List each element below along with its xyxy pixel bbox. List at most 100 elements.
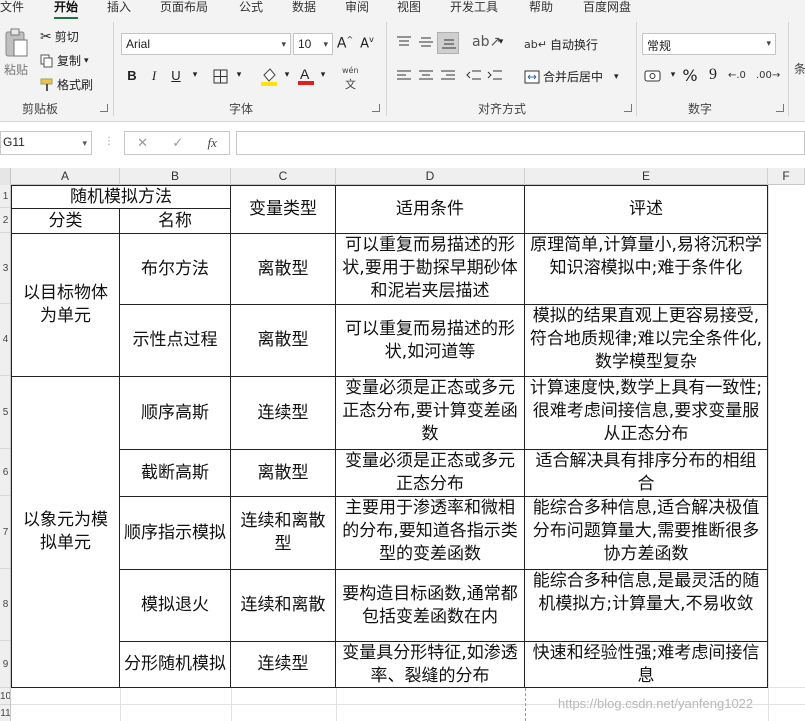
comment-cell[interactable]: 能综合多种信息,适合解决极值分布问题算量大,需要推断很多协方差函数 [525, 497, 768, 570]
decrease-decimal-icon[interactable]: .00→ [756, 70, 780, 81]
row-header[interactable]: 9 [0, 641, 10, 688]
header-category[interactable]: 分类 [11, 209, 120, 234]
tab-home[interactable]: 开始 [54, 0, 79, 19]
column-header-a[interactable]: A [11, 168, 120, 185]
variable-type-cell[interactable]: 连续和离散型 [231, 497, 336, 570]
comment-cell[interactable]: 原理简单,计算量小,易将沉积学知识溶模拟中;难于条件化 [525, 234, 768, 305]
format-painter-button[interactable]: 格式刷 [40, 76, 93, 93]
variable-type-cell[interactable]: 连续型 [231, 377, 336, 450]
cut-button[interactable]: ✂ 剪切 [40, 28, 79, 45]
font-size-combo[interactable]: 10 ▾ [293, 33, 333, 55]
category-cell[interactable]: 以象元为模拟单元 [11, 377, 120, 688]
number-format-combo[interactable]: 常规 ▾ [642, 33, 776, 55]
method-name-cell[interactable]: 模拟退火 [120, 570, 231, 642]
tab-page-layout[interactable]: 页面布局 [160, 0, 208, 15]
merge-center-button[interactable]: 合并后居中 ▾ [524, 68, 619, 85]
chevron-down-icon[interactable]: ▾ [278, 70, 296, 80]
row-header[interactable]: 1 [0, 185, 10, 208]
paste-button[interactable]: 粘贴 [2, 28, 30, 78]
method-name-cell[interactable]: 截断高斯 [120, 450, 231, 497]
tab-help[interactable]: 帮助 [529, 0, 553, 15]
header-conditions[interactable]: 适用条件 [336, 185, 525, 234]
align-top-icon[interactable] [396, 35, 412, 49]
column-header-e[interactable]: E [525, 168, 768, 185]
chevron-down-icon[interactable]: ▾ [186, 70, 204, 80]
method-name-cell[interactable]: 顺序指示模拟 [120, 497, 231, 570]
method-name-cell[interactable]: 分形随机模拟 [120, 642, 231, 688]
fill-color-icon[interactable] [260, 67, 278, 87]
column-header-c[interactable]: C [231, 168, 336, 185]
tab-developer[interactable]: 开发工具 [450, 0, 498, 15]
alignment-launcher-icon[interactable] [624, 104, 632, 112]
comment-cell[interactable]: 适合解决具有排序分布的相组合 [525, 450, 768, 497]
phonetic-guide-icon[interactable]: wén [342, 66, 359, 75]
chevron-down-icon[interactable]: ▾ [314, 70, 332, 80]
variable-type-cell[interactable]: 离散型 [231, 450, 336, 497]
increase-decimal-icon[interactable]: ←.0 [728, 70, 746, 81]
name-box[interactable]: G11 ▾ [0, 131, 92, 155]
method-name-cell[interactable]: 示性点过程 [120, 305, 231, 377]
insert-function-icon[interactable]: fx [207, 135, 216, 151]
row-header[interactable]: 3 [0, 233, 10, 304]
chevron-down-icon[interactable]: ▾ [230, 70, 248, 80]
row-header[interactable]: 5 [0, 376, 10, 449]
phonetic-guide-char-icon[interactable]: 文 [345, 76, 356, 92]
row-header[interactable]: 6 [0, 449, 10, 496]
increase-indent-icon[interactable] [487, 69, 503, 83]
header-comments[interactable]: 评述 [525, 185, 768, 234]
font-launcher-icon[interactable] [372, 104, 380, 112]
comment-cell[interactable]: 计算速度快,数学上具有一致性;很难考虑间接信息,要求变量服从正态分布 [525, 377, 768, 450]
tab-baidu-pan[interactable]: 百度网盘 [583, 0, 631, 15]
variable-type-cell[interactable]: 离散型 [231, 305, 336, 377]
variable-type-cell[interactable]: 离散型 [231, 234, 336, 305]
underline-button[interactable]: U [167, 68, 185, 83]
formula-input[interactable] [236, 131, 805, 155]
row-header[interactable]: 7 [0, 496, 10, 569]
condition-cell[interactable]: 可以重复而易描述的形状,要用于勘探早期砂体和泥岩夹层描述 [336, 234, 525, 305]
tab-view[interactable]: 视图 [397, 0, 421, 15]
column-header-f[interactable]: F [768, 168, 805, 185]
bold-button[interactable]: B [123, 68, 141, 83]
header-name[interactable]: 名称 [120, 209, 231, 234]
tab-insert[interactable]: 插入 [107, 0, 131, 15]
cancel-icon[interactable]: ✕ [137, 136, 148, 151]
align-left-icon[interactable] [396, 69, 412, 83]
decrease-indent-icon[interactable] [466, 69, 482, 83]
condition-cell[interactable]: 变量必须是正态或多元正态分布 [336, 450, 525, 497]
clipboard-launcher-icon[interactable] [100, 104, 108, 112]
row-header[interactable]: 2 [0, 208, 10, 233]
row-header[interactable]: 10 [0, 688, 10, 705]
enter-icon[interactable]: ✓ [172, 136, 183, 151]
formula-bar-grip-icon[interactable]: ⋮ [104, 136, 114, 147]
comma-style-button[interactable]: 9 [704, 66, 722, 84]
align-bottom-button[interactable] [437, 32, 459, 54]
number-launcher-icon[interactable] [776, 104, 784, 112]
header-variable-type[interactable]: 变量类型 [231, 185, 336, 234]
column-header-d[interactable]: D [336, 168, 525, 185]
tab-file[interactable]: 文件 [0, 0, 24, 15]
copy-button[interactable]: 复制 ▾ [40, 52, 89, 69]
method-name-cell[interactable]: 布尔方法 [120, 234, 231, 305]
row-header[interactable]: 8 [0, 569, 10, 641]
decrease-font-icon[interactable]: Av [358, 35, 376, 51]
align-center-icon[interactable] [418, 69, 434, 83]
font-name-combo[interactable]: Arial ▾ [121, 33, 291, 55]
font-color-icon[interactable]: A [298, 66, 314, 86]
comment-cell[interactable]: 模拟的结果直观上更容易接受,符合地质规律;难以完全条件化,数学模型复杂 [525, 305, 768, 377]
method-name-cell[interactable]: 顺序高斯 [120, 377, 231, 450]
percent-button[interactable]: % [681, 66, 699, 85]
variable-type-cell[interactable]: 连续型 [231, 642, 336, 688]
tab-data[interactable]: 数据 [292, 0, 316, 15]
select-all-button[interactable] [0, 168, 11, 185]
condition-cell[interactable]: 变量具分形特征,如渗透率、裂缝的分布 [336, 642, 525, 688]
chevron-down-icon[interactable]: ▾ [664, 70, 682, 80]
styles-group-partial[interactable]: 条 [794, 60, 805, 77]
condition-cell[interactable]: 变量必须是正态或多元正态分布,要计算变差函数 [336, 377, 525, 450]
align-right-icon[interactable] [440, 69, 456, 83]
column-header-b[interactable]: B [120, 168, 231, 185]
align-middle-icon[interactable] [418, 35, 434, 49]
tab-formulas[interactable]: 公式 [239, 0, 263, 15]
italic-button[interactable]: I [145, 68, 163, 84]
category-cell[interactable]: 以目标物体为单元 [11, 234, 120, 377]
worksheet[interactable]: 随机模拟方法 分类 名称 变量类型 适用条件 评述 以目标物体为单元 以象元为模… [11, 185, 805, 721]
